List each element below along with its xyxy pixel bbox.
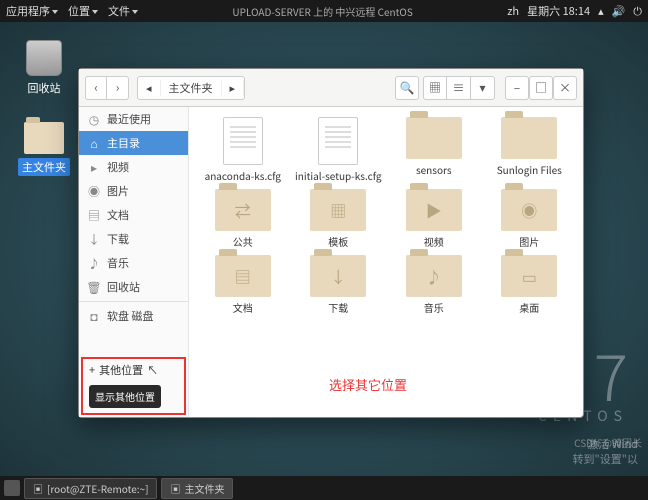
- item-label: 模板: [293, 234, 385, 249]
- window-title: UPLOAD-SERVER 上的 中兴远程 CentOS: [138, 4, 507, 19]
- item-label: 视频: [388, 234, 480, 249]
- taskbar-terminal[interactable]: ▣[root@ZTE-Remote:~]: [24, 478, 157, 499]
- top-panel: 应用程序 位置 文件 UPLOAD-SERVER 上的 中兴远程 CentOS …: [0, 0, 648, 22]
- sidebar-item-pictures[interactable]: ◉图片: [79, 179, 188, 203]
- file-item[interactable]: ▶ 视频: [388, 189, 480, 249]
- file-manager-window: ‹ › ◂ 主文件夹 ▸ 🔍 ▦ ≡ ▾ – □ × ◷最近使用: [78, 68, 584, 418]
- files-icon: ▣: [170, 481, 180, 496]
- sidebar-item-trash[interactable]: 🗑回收站: [79, 275, 188, 299]
- sidebar-item-home[interactable]: ⌂主目录: [79, 131, 188, 155]
- network-icon[interactable]: ▴: [598, 3, 604, 19]
- trash-icon: 🗑: [87, 280, 101, 294]
- annotation-text: 选择其它位置: [329, 375, 407, 394]
- titlebar[interactable]: ‹ › ◂ 主文件夹 ▸ 🔍 ▦ ≡ ▾ – □ ×: [79, 69, 583, 107]
- item-label: 图片: [484, 234, 576, 249]
- sidebar: ◷最近使用 ⌂主目录 ▸视频 ◉图片 ▤文档 ↓下载 ♪音乐 🗑回收站 ◘软盘 …: [79, 107, 189, 417]
- folder-icon: ◉: [501, 189, 557, 231]
- path-bar[interactable]: ◂ 主文件夹 ▸: [137, 76, 245, 100]
- view-list-button[interactable]: ≡: [447, 76, 471, 100]
- file-grid[interactable]: anaconda-ks.cfg initial-setup-ks.cfgsenso…: [189, 107, 583, 417]
- folder-icon: ▦: [310, 189, 366, 231]
- item-label: 下载: [293, 300, 385, 315]
- folder-icon: [406, 117, 462, 159]
- sidebar-item-recent[interactable]: ◷最近使用: [79, 107, 188, 131]
- item-label: 音乐: [388, 300, 480, 315]
- picture-icon: ◉: [87, 184, 101, 198]
- view-grid-button[interactable]: ▦: [423, 76, 447, 100]
- item-label: Sunlogin Files: [484, 162, 576, 177]
- sidebar-item-videos[interactable]: ▸视频: [79, 155, 188, 179]
- file-item[interactable]: ▦ 模板: [293, 189, 385, 249]
- item-label: 公共: [197, 234, 289, 249]
- taskbar: ▣[root@ZTE-Remote:~] ▣主文件夹: [0, 476, 648, 500]
- item-label: sensors: [388, 162, 480, 177]
- music-icon: ♪: [87, 256, 101, 270]
- folder-icon: [24, 122, 64, 154]
- item-label: initial-setup-ks.cfg: [293, 168, 385, 183]
- file-icon: [223, 117, 263, 165]
- file-item[interactable]: sensors: [388, 117, 480, 183]
- cursor-icon: ↖: [147, 362, 158, 378]
- search-button[interactable]: 🔍: [395, 76, 419, 100]
- folder-icon: ▤: [215, 255, 271, 297]
- file-item[interactable]: ↓ 下载: [293, 255, 385, 315]
- home-icon: ⌂: [87, 136, 101, 150]
- folder-icon: [501, 117, 557, 159]
- file-item[interactable]: ◉ 图片: [484, 189, 576, 249]
- power-icon[interactable]: ⏻: [633, 3, 642, 19]
- menu-files[interactable]: 文件: [108, 3, 138, 19]
- trash-icon: [26, 40, 62, 76]
- folder-icon: ↓: [310, 255, 366, 297]
- plus-icon: +: [89, 362, 95, 378]
- disk-icon: ◘: [87, 309, 101, 323]
- folder-icon: ♪: [406, 255, 462, 297]
- nav-back-button[interactable]: ‹: [85, 76, 107, 100]
- item-label: 桌面: [484, 300, 576, 315]
- file-item[interactable]: initial-setup-ks.cfg: [293, 117, 385, 183]
- document-icon: ▤: [87, 208, 101, 222]
- item-label: anaconda-ks.cfg: [197, 168, 289, 183]
- nav-forward-button[interactable]: ›: [107, 76, 129, 100]
- file-item[interactable]: Sunlogin Files: [484, 117, 576, 183]
- csdn-watermark: CSDN @骑团长: [574, 435, 642, 450]
- sidebar-item-other-locations[interactable]: +其他位置↖: [83, 359, 184, 381]
- video-icon: ▸: [87, 160, 101, 174]
- folder-icon: ⇄: [215, 189, 271, 231]
- file-item[interactable]: ▤ 文档: [197, 255, 289, 315]
- file-item[interactable]: ♪ 音乐: [388, 255, 480, 315]
- clock-icon: ◷: [87, 112, 101, 126]
- menu-places[interactable]: 位置: [68, 3, 98, 19]
- folder-icon: ▶: [406, 189, 462, 231]
- file-item[interactable]: ▭ 桌面: [484, 255, 576, 315]
- file-item[interactable]: ⇄ 公共: [197, 189, 289, 249]
- show-desktop-button[interactable]: [4, 480, 20, 496]
- input-lang[interactable]: zh: [507, 3, 519, 19]
- window-close-button[interactable]: ×: [553, 76, 577, 100]
- window-minimize-button[interactable]: –: [505, 76, 529, 100]
- terminal-icon: ▣: [33, 481, 43, 496]
- desktop-trash[interactable]: 回收站: [18, 40, 70, 96]
- taskbar-files[interactable]: ▣主文件夹: [161, 478, 233, 499]
- sidebar-item-downloads[interactable]: ↓下载: [79, 227, 188, 251]
- menu-applications[interactable]: 应用程序: [6, 3, 58, 19]
- file-icon: [318, 117, 358, 165]
- sidebar-item-documents[interactable]: ▤文档: [79, 203, 188, 227]
- sidebar-item-disk[interactable]: ◘软盘 磁盘: [79, 304, 188, 328]
- desktop-home-folder[interactable]: 主文件夹: [18, 122, 70, 176]
- desktop[interactable]: 回收站 主文件夹 7 CENTOS 激活 Wind 转到"设置"以 ‹ › ◂ …: [0, 22, 648, 476]
- sidebar-item-music[interactable]: ♪音乐: [79, 251, 188, 275]
- view-menu-button[interactable]: ▾: [471, 76, 495, 100]
- tooltip: 显示其他位置: [89, 385, 161, 408]
- window-maximize-button[interactable]: □: [529, 76, 553, 100]
- file-item[interactable]: anaconda-ks.cfg: [197, 117, 289, 183]
- item-label: 文档: [197, 300, 289, 315]
- folder-icon: ▭: [501, 255, 557, 297]
- download-icon: ↓: [87, 232, 101, 246]
- clock[interactable]: 星期六 18:14: [527, 3, 590, 19]
- annotation-box: +其他位置↖ 显示其他位置: [81, 357, 186, 415]
- volume-icon[interactable]: 🔊: [612, 3, 626, 19]
